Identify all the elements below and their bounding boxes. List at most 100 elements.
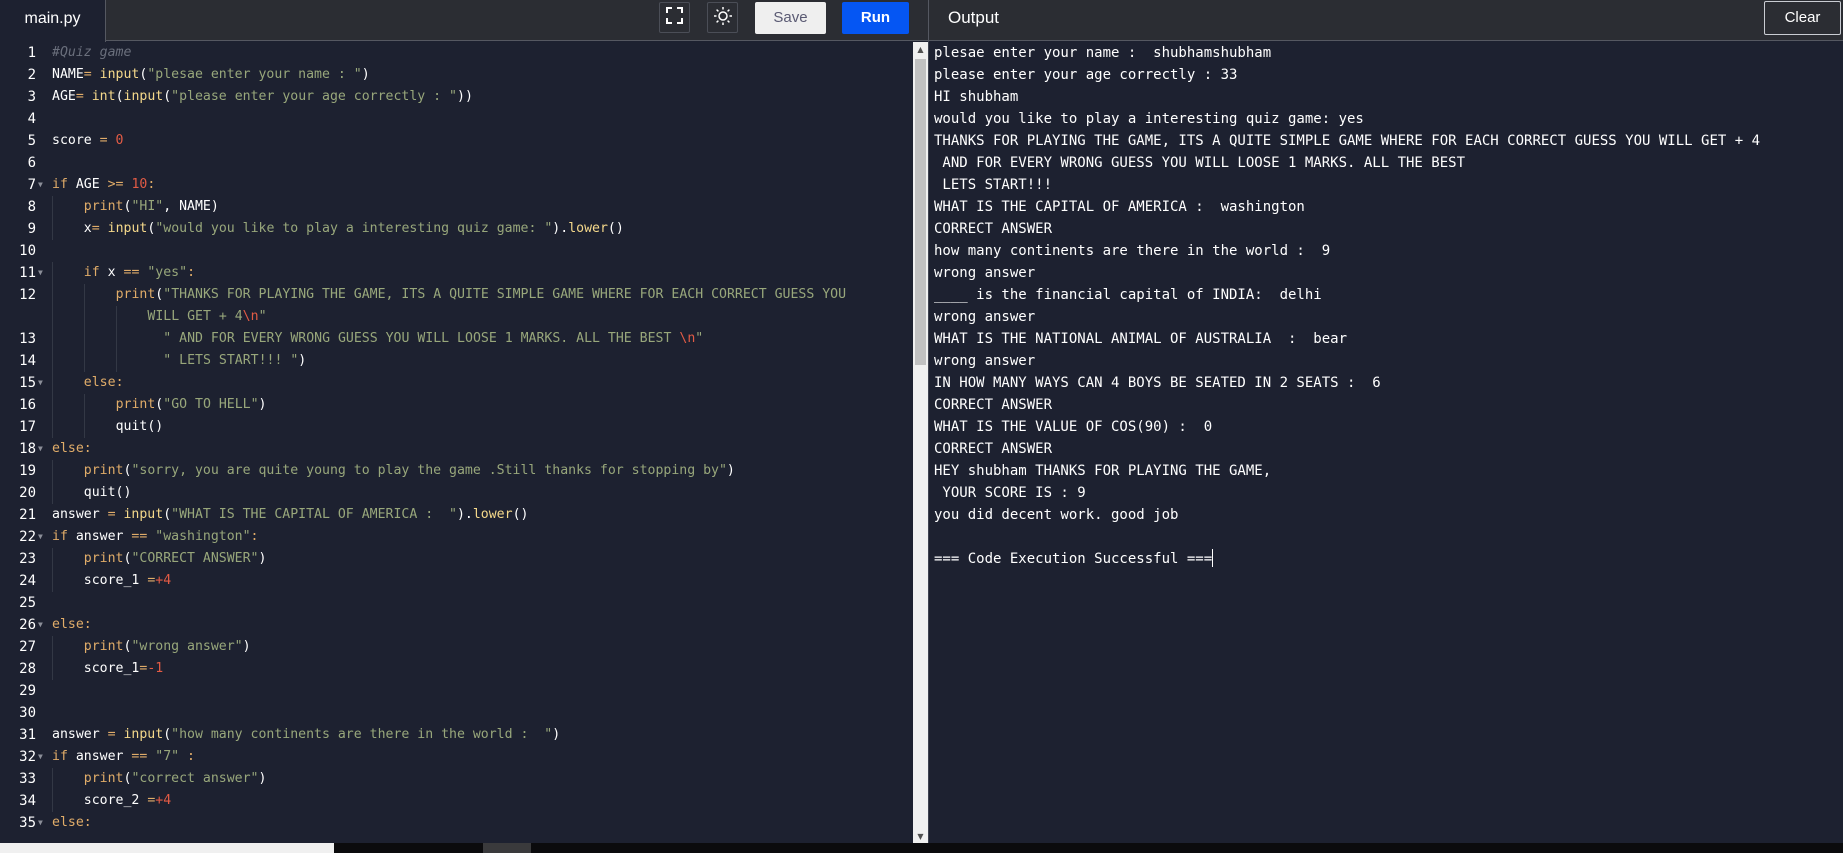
code-line[interactable]: 3 AGE= int(input("please enter your age c… bbox=[0, 86, 913, 108]
fold-arrow-icon[interactable]: ▼ bbox=[38, 174, 43, 196]
line-number: 15 bbox=[19, 375, 36, 391]
line-number: 35 bbox=[19, 815, 36, 831]
code-token: = bbox=[91, 221, 100, 236]
code-text: else: bbox=[84, 372, 124, 394]
code-token: ( bbox=[163, 89, 172, 104]
output-text: THANKS FOR PLAYING THE GAME, ITS A QUITE… bbox=[934, 133, 1761, 149]
output-line: THANKS FOR PLAYING THE GAME, ITS A QUITE… bbox=[934, 130, 1760, 152]
output-line: YOUR SCORE IS : 9 bbox=[934, 482, 1086, 504]
code-line[interactable]: 16 print("GO TO HELL") bbox=[0, 394, 913, 416]
code-line[interactable]: 8 print("HI", NAME) bbox=[0, 196, 913, 218]
indent-guide bbox=[115, 328, 117, 350]
code-token: = bbox=[75, 89, 84, 104]
code-line[interactable]: 31 answer = input("how many continents ar… bbox=[0, 724, 913, 746]
line-number: 20 bbox=[19, 485, 36, 501]
code-line[interactable]: 15 ▼ else: bbox=[0, 372, 913, 394]
code-line[interactable]: 9 x= input("would you like to play a inte… bbox=[0, 218, 913, 240]
line-number: 19 bbox=[19, 463, 36, 479]
code-line[interactable]: 14 " LETS START!!! ") bbox=[0, 350, 913, 372]
code-line[interactable]: 6 bbox=[0, 152, 913, 174]
code-token: x bbox=[99, 265, 124, 280]
code-line[interactable]: 26 ▼ else: bbox=[0, 614, 913, 636]
code-line[interactable]: 24 score_1 =+4 bbox=[0, 570, 913, 592]
code-text: else: bbox=[52, 812, 92, 834]
fold-arrow-icon[interactable]: ▼ bbox=[38, 614, 43, 636]
output-text: YOUR SCORE IS : 9 bbox=[934, 485, 1086, 501]
code-line[interactable]: 20 quit() bbox=[0, 482, 913, 504]
code-line[interactable]: 32 ▼ if answer == "7" : bbox=[0, 746, 913, 768]
output-text: ____ is the financial capital of INDIA: … bbox=[934, 287, 1322, 303]
code-line[interactable]: 25 bbox=[0, 592, 913, 614]
code-token: == bbox=[123, 265, 140, 280]
fullscreen-button[interactable] bbox=[659, 2, 690, 33]
code-line[interactable]: 1 #Quiz game bbox=[0, 42, 913, 64]
code-token: score_2 bbox=[83, 793, 148, 808]
code-token: "wrong answer" bbox=[131, 639, 243, 654]
code-token: score_1 bbox=[83, 573, 148, 588]
output-console[interactable]: plesae enter your name : shubhamshubham p… bbox=[929, 42, 1843, 843]
header-divider bbox=[928, 0, 929, 41]
fold-arrow-icon[interactable]: ▼ bbox=[38, 438, 43, 460]
code-text: print("wrong answer") bbox=[84, 636, 251, 658]
code-line[interactable]: 5 score = 0 bbox=[0, 130, 913, 152]
code-line[interactable]: 34 score_2 =+4 bbox=[0, 790, 913, 812]
code-token: ). bbox=[552, 221, 569, 236]
editor-scrollbar[interactable]: ▲ ▼ bbox=[913, 42, 928, 843]
fullscreen-icon bbox=[666, 7, 683, 28]
code-token: )) bbox=[457, 89, 473, 104]
code-line[interactable]: 12 print("THANKS FOR PLAYING THE GAME, IT… bbox=[0, 284, 913, 306]
indent-guide bbox=[115, 306, 117, 328]
scrollbar-thumb[interactable] bbox=[915, 59, 926, 365]
code-line[interactable]: 21 answer = input("WHAT IS THE CAPITAL OF… bbox=[0, 504, 913, 526]
theme-toggle-button[interactable] bbox=[707, 2, 738, 33]
code-editor[interactable]: 1 #Quiz game 2 NAME= input("plesae enter yo… bbox=[0, 42, 913, 843]
fold-arrow-icon[interactable]: ▼ bbox=[38, 372, 43, 394]
output-line: CORRECT ANSWER bbox=[934, 438, 1052, 460]
run-button[interactable]: Run bbox=[842, 2, 909, 34]
fold-arrow-icon[interactable]: ▼ bbox=[38, 526, 43, 548]
code-line[interactable]: 27 print("wrong answer") bbox=[0, 636, 913, 658]
code-line[interactable]: 28 score_1=-1 bbox=[0, 658, 913, 680]
code-line[interactable]: 13 " AND FOR EVERY WRONG GUESS YOU WILL L… bbox=[0, 328, 913, 350]
tab-main-py[interactable]: main.py bbox=[0, 0, 106, 42]
clear-button[interactable]: Clear bbox=[1764, 1, 1841, 35]
scroll-up-arrow-icon[interactable]: ▲ bbox=[913, 42, 928, 56]
line-number: 4 bbox=[27, 111, 36, 127]
code-line[interactable]: 23 print("CORRECT ANSWER") bbox=[0, 548, 913, 570]
code-line[interactable]: 7 ▼ if AGE >= 10: bbox=[0, 174, 913, 196]
code-line[interactable]: 22 ▼ if answer == "washington": bbox=[0, 526, 913, 548]
indent-guide bbox=[52, 460, 53, 482]
code-token: score bbox=[52, 133, 100, 148]
code-line[interactable]: 2 NAME= input("plesae enter your name : "… bbox=[0, 64, 913, 86]
code-text: x= input("would you like to play a inter… bbox=[84, 218, 624, 240]
scroll-down-arrow-icon[interactable]: ▼ bbox=[913, 829, 928, 843]
line-number: 8 bbox=[27, 199, 36, 215]
taskbar-search-area[interactable] bbox=[0, 843, 334, 853]
code-line-wrap[interactable]: WILL GET + 4\n" bbox=[0, 306, 913, 328]
code-token: print bbox=[83, 639, 124, 654]
code-line[interactable]: 33 print("correct answer") bbox=[0, 768, 913, 790]
indent-guide bbox=[52, 482, 53, 504]
save-button[interactable]: Save bbox=[755, 2, 826, 34]
code-line[interactable]: 18 ▼ else: bbox=[0, 438, 913, 460]
code-line[interactable]: 17 quit() bbox=[0, 416, 913, 438]
fold-arrow-icon[interactable]: ▼ bbox=[38, 262, 43, 284]
code-line[interactable]: 19 print("sorry, you are quite young to p… bbox=[0, 460, 913, 482]
code-text: if AGE >= 10: bbox=[52, 174, 155, 196]
code-line[interactable]: 35 ▼ else: bbox=[0, 812, 913, 834]
code-line[interactable]: 11 ▼ if x == "yes": bbox=[0, 262, 913, 284]
fold-arrow-icon[interactable]: ▼ bbox=[38, 812, 43, 834]
code-token: "THANKS FOR PLAYING THE GAME, ITS A QUIT… bbox=[163, 287, 847, 302]
output-text: how many continents are there in the wor… bbox=[934, 243, 1331, 259]
output-line: === Code Execution Successful === bbox=[934, 548, 1214, 570]
code-line[interactable]: 29 bbox=[0, 680, 913, 702]
taskbar-app-item[interactable] bbox=[483, 843, 531, 853]
code-line[interactable]: 30 bbox=[0, 702, 913, 724]
output-text: HEY shubham THANKS FOR PLAYING THE GAME, bbox=[934, 463, 1272, 479]
fold-arrow-icon[interactable]: ▼ bbox=[38, 746, 43, 768]
code-line[interactable]: 10 bbox=[0, 240, 913, 262]
indent-guide bbox=[52, 218, 53, 240]
code-line[interactable]: 4 bbox=[0, 108, 913, 130]
code-token: if bbox=[52, 529, 68, 544]
